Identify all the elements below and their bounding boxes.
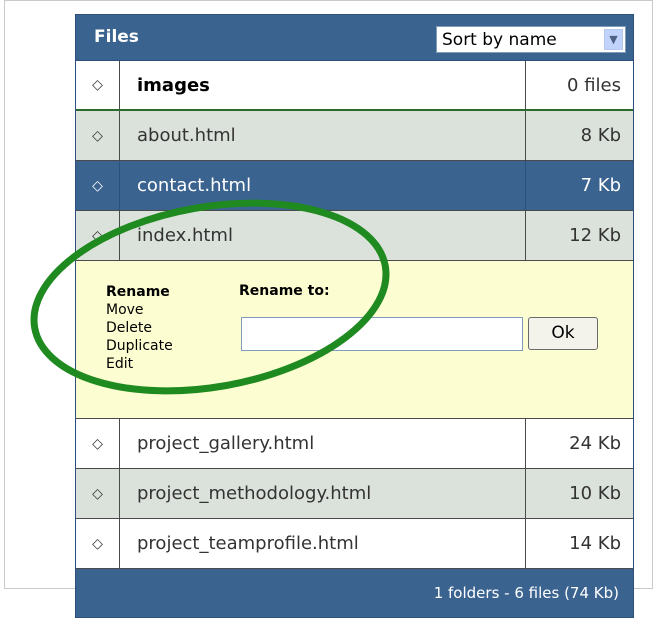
file-name[interactable]: project_teamprofile.html <box>120 519 526 568</box>
operation-move[interactable]: Move <box>106 301 173 319</box>
file-name[interactable]: index.html <box>120 211 526 260</box>
file-name[interactable]: images <box>120 61 526 109</box>
file-browser-panel: Files Sort by name ▼ ◇ images 0 files ◇ abou… <box>75 14 634 618</box>
file-list-top: ◇ images 0 files ◇ about.html 8 Kb ◇ contact.ht… <box>76 61 633 261</box>
sort-select-value: Sort by name <box>442 30 557 50</box>
ok-button[interactable]: Ok <box>528 317 598 350</box>
file-row[interactable]: ◇ images 0 files <box>76 61 633 111</box>
file-row[interactable]: ◇ about.html 8 Kb <box>76 111 633 161</box>
file-name[interactable]: project_gallery.html <box>120 419 526 468</box>
file-size: 24 Kb <box>569 433 621 454</box>
file-row[interactable]: ◇ index.html 12 Kb <box>76 211 633 261</box>
chevron-down-icon[interactable]: ▼ <box>604 29 623 50</box>
file-row[interactable]: ◇ project_gallery.html 24 Kb <box>76 419 633 469</box>
operation-rename[interactable]: Rename <box>106 283 173 301</box>
file-row[interactable]: ◇ project_methodology.html 10 Kb <box>76 469 633 519</box>
file-row[interactable]: ◇ project_teamprofile.html 14 Kb <box>76 519 633 569</box>
file-name[interactable]: about.html <box>120 111 526 160</box>
summary-text: 1 folders - 6 files (74 Kb) <box>433 584 619 602</box>
panel-title: Files <box>94 27 139 47</box>
diamond-outline-icon[interactable]: ◇ <box>76 519 120 568</box>
file-size: 14 Kb <box>569 533 621 554</box>
operation-delete[interactable]: Delete <box>106 319 173 337</box>
diamond-outline-icon[interactable]: ◇ <box>76 469 120 518</box>
diamond-outline-icon[interactable]: ◇ <box>76 211 120 260</box>
file-size: 10 Kb <box>569 483 621 504</box>
operations-list: Rename Move Delete Duplicate Edit <box>106 283 173 373</box>
rename-input[interactable] <box>241 317 523 351</box>
operation-duplicate[interactable]: Duplicate <box>106 337 173 355</box>
diamond-outline-icon[interactable]: ◇ <box>76 419 120 468</box>
rename-to-label: Rename to: <box>239 283 330 299</box>
file-name[interactable]: contact.html <box>120 161 526 210</box>
file-list-bottom: ◇ project_gallery.html 24 Kb ◇ project_metho… <box>76 419 633 569</box>
panel-header: Files Sort by name ▼ <box>76 15 633 61</box>
sort-select[interactable]: Sort by name ▼ <box>436 26 626 53</box>
file-size: 8 Kb <box>580 125 621 146</box>
summary-footer: 1 folders - 6 files (74 Kb) <box>76 569 633 617</box>
file-row[interactable]: ◇ contact.html 7 Kb <box>76 161 633 211</box>
file-size: 12 Kb <box>569 225 621 246</box>
file-name[interactable]: project_methodology.html <box>120 469 526 518</box>
diamond-outline-icon[interactable]: ◇ <box>76 161 120 210</box>
diamond-outline-icon[interactable]: ◇ <box>76 61 120 109</box>
operation-edit[interactable]: Edit <box>106 355 173 373</box>
file-actions-panel: Rename Move Delete Duplicate Edit Rename to:… <box>76 261 633 419</box>
file-size: 0 files <box>567 74 621 96</box>
file-size: 7 Kb <box>580 175 621 196</box>
diamond-outline-icon[interactable]: ◇ <box>76 111 120 160</box>
